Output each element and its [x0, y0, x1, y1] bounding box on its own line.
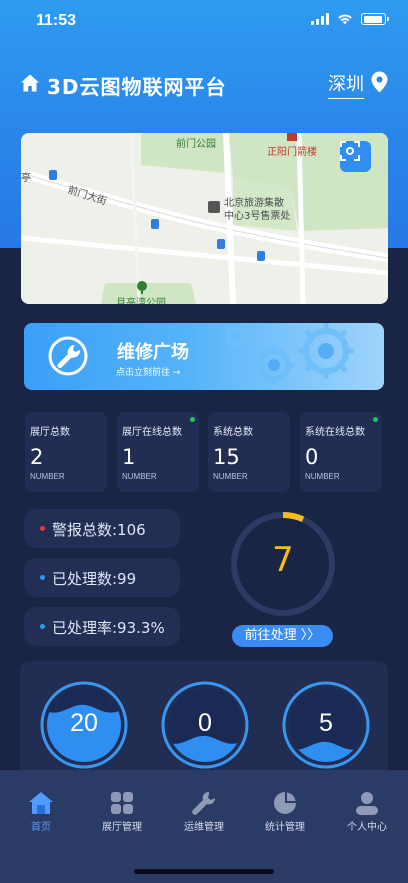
tab-home[interactable]: 首页	[6, 790, 76, 833]
alarm-rate-text: 已处理率:93.3%	[52, 619, 165, 637]
map-label-park: 前门公园	[176, 139, 216, 150]
online-indicator-dot	[190, 417, 195, 422]
location-pin-icon[interactable]	[371, 71, 388, 93]
status-dot	[40, 575, 45, 580]
app-header: 3D云图物联网平台 深圳	[20, 68, 388, 102]
status-time: 11:53	[36, 12, 77, 29]
stat-unit: NUMBER	[305, 472, 340, 481]
alarm-handled-row: 已处理数:99	[24, 558, 180, 597]
pending-count: 7	[272, 540, 294, 580]
stat-unit: NUMBER	[122, 472, 157, 481]
tab-hall-management[interactable]: 展厅管理	[87, 790, 157, 833]
tab-profile[interactable]: 个人中心	[332, 790, 402, 833]
gauge-1: 20	[40, 681, 128, 769]
tab-operations[interactable]: 运维管理	[169, 790, 239, 833]
stat-value: 1	[122, 445, 136, 469]
stat-card-system-total[interactable]: 系统总数 15 NUMBER	[208, 412, 290, 492]
stat-value: 0	[305, 445, 319, 469]
stat-label: 系统在线总数	[305, 427, 365, 438]
app-title: 3D云图物联网平台	[47, 75, 227, 99]
tab-label: 运维管理	[184, 822, 224, 833]
home-indicator	[134, 869, 274, 874]
repair-plaza-banner[interactable]: 维修广场 点击立刻前往 →	[24, 323, 384, 390]
pie-chart-icon	[274, 792, 296, 814]
stat-label: 系统总数	[213, 427, 253, 438]
status-icons	[311, 13, 389, 25]
stat-label: 展厅总数	[30, 427, 70, 438]
gauge-3: 5	[282, 681, 370, 769]
city-selector[interactable]: 深圳	[328, 70, 364, 99]
battery-icon	[361, 13, 389, 25]
home-icon[interactable]	[20, 73, 40, 93]
status-dot	[40, 526, 45, 531]
stat-value: 15	[213, 445, 240, 469]
fullscreen-icon	[340, 141, 360, 161]
wifi-icon	[338, 14, 352, 25]
gauge-value: 0	[198, 709, 212, 737]
gauge-2: 0	[161, 681, 249, 769]
tab-label: 个人中心	[347, 822, 387, 833]
map-label-lake-park: 月亮湾公园	[116, 298, 166, 304]
online-indicator-dot	[373, 417, 378, 422]
alarm-total-text: 警报总数:106	[52, 521, 146, 539]
stat-value: 2	[30, 445, 44, 469]
alarm-rate-row: 已处理率:93.3%	[24, 607, 180, 646]
status-bar: 11:53	[0, 0, 408, 44]
status-dot	[40, 624, 45, 629]
repair-plaza-title: 维修广场	[117, 342, 189, 363]
alarm-total-row: 警报总数:106	[24, 509, 180, 548]
tab-statistics[interactable]: 统计管理	[250, 790, 320, 833]
alarm-handled-text: 已处理数:99	[52, 570, 137, 588]
user-icon	[356, 792, 378, 815]
goto-handle-button[interactable]: 前往处理 〉〉	[232, 625, 333, 647]
gears-illustration	[225, 323, 354, 385]
repair-plaza-subtitle: 点击立刻前往 →	[116, 368, 181, 378]
gauge-value: 20	[70, 709, 98, 737]
gauge-value: 5	[319, 709, 333, 737]
stat-card-hall-total[interactable]: 展厅总数 2 NUMBER	[25, 412, 107, 492]
tab-label: 统计管理	[265, 822, 305, 833]
map-label-gate: 正阳门箭楼	[267, 147, 317, 158]
grid-icon	[111, 792, 133, 814]
pending-ring: 7	[229, 510, 337, 618]
tab-bar: 首页 展厅管理 运维管理 统计管理 个人中心	[0, 770, 408, 883]
stat-unit: NUMBER	[213, 472, 248, 481]
home-icon	[29, 792, 53, 814]
wrench-icon	[48, 336, 88, 376]
map-label-pavilion: 亭	[21, 173, 31, 184]
stat-card-hall-online[interactable]: 展厅在线总数 1 NUMBER	[117, 412, 199, 492]
fullscreen-button[interactable]	[340, 141, 371, 172]
wrench-icon	[192, 791, 216, 815]
map-view[interactable]: 前门公园 正阳门箭楼 前门大街 北京旅游集散 中心3号售票处 月亮湾公园 亭	[21, 133, 388, 304]
stat-label: 展厅在线总数	[122, 427, 182, 438]
stat-unit: NUMBER	[30, 472, 65, 481]
map-label-ticket-2: 中心3号售票处	[224, 211, 291, 222]
map-canvas	[21, 133, 388, 304]
stat-card-system-online[interactable]: 系统在线总数 0 NUMBER	[300, 412, 382, 492]
signal-icon	[311, 13, 329, 25]
tab-label: 首页	[31, 822, 51, 833]
tab-label: 展厅管理	[102, 822, 142, 833]
